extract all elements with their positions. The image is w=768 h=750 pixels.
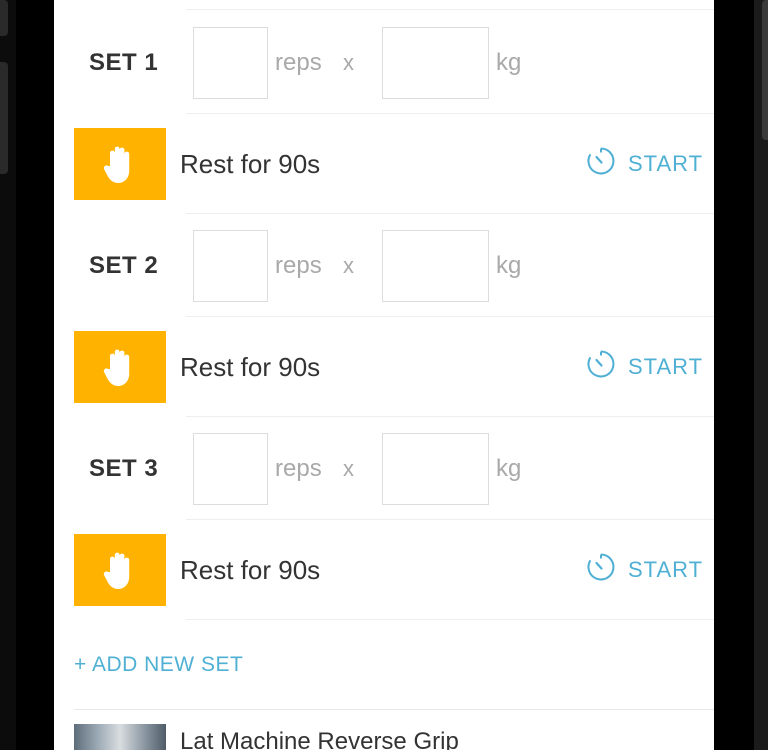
reps-unit-label: reps (275, 48, 322, 76)
reps-unit-label: reps (275, 454, 322, 482)
add-set-row: + ADD NEW SET (54, 620, 714, 710)
weight-input[interactable] (382, 433, 489, 505)
add-new-set-button[interactable]: + ADD NEW SET (74, 620, 243, 710)
set-row-2: SET 2 reps x kg (54, 214, 714, 317)
rest-row-2: Rest for 90s START (54, 317, 714, 417)
start-rest-timer-button[interactable]: START (586, 317, 703, 417)
reps-input[interactable] (193, 230, 268, 302)
rest-duration-label: Rest for 90s (180, 148, 321, 179)
reps-input[interactable] (193, 27, 268, 99)
rest-row-3: Rest for 90s START (54, 520, 714, 620)
reps-input[interactable] (193, 433, 268, 505)
times-label: x (343, 252, 354, 278)
set-label: SET 3 (89, 454, 159, 482)
start-label: START (628, 557, 704, 582)
rest-duration-label: Rest for 90s (180, 351, 321, 382)
times-label: x (343, 455, 354, 481)
start-rest-timer-button[interactable]: START (586, 520, 703, 620)
start-rest-timer-button[interactable]: START (586, 114, 703, 214)
rest-row-1: Rest for 90s START (54, 114, 714, 214)
hand-icon (74, 331, 166, 403)
times-label: x (343, 49, 354, 75)
phone-volume-button (0, 62, 8, 174)
divider (186, 9, 714, 10)
set-label: SET 1 (89, 48, 159, 76)
hand-icon (74, 534, 166, 606)
weight-unit-label: kg (496, 48, 522, 76)
set-label: SET 2 (89, 251, 159, 279)
workout-screen: SET 1 reps x kg Rest for 90s START SET 2… (54, 0, 714, 750)
timer-icon (586, 349, 616, 385)
phone-side-button (0, 0, 8, 36)
set-row-3: SET 3 reps x kg (54, 417, 714, 520)
timer-icon (586, 552, 616, 588)
timer-icon (586, 146, 616, 182)
next-exercise-item[interactable]: Lat Machine Reverse Grip (54, 708, 714, 750)
reps-unit-label: reps (275, 251, 322, 279)
exercise-thumbnail (74, 724, 166, 750)
exercise-name: Lat Machine Reverse Grip (180, 728, 459, 750)
set-row-1: SET 1 reps x kg (54, 11, 714, 114)
weight-input[interactable] (382, 27, 489, 99)
phone-power-button (762, 0, 768, 140)
weight-input[interactable] (382, 230, 489, 302)
rest-duration-label: Rest for 90s (180, 554, 321, 585)
start-label: START (628, 354, 704, 379)
hand-icon (74, 128, 166, 200)
start-label: START (628, 151, 704, 176)
weight-unit-label: kg (496, 454, 522, 482)
weight-unit-label: kg (496, 251, 522, 279)
